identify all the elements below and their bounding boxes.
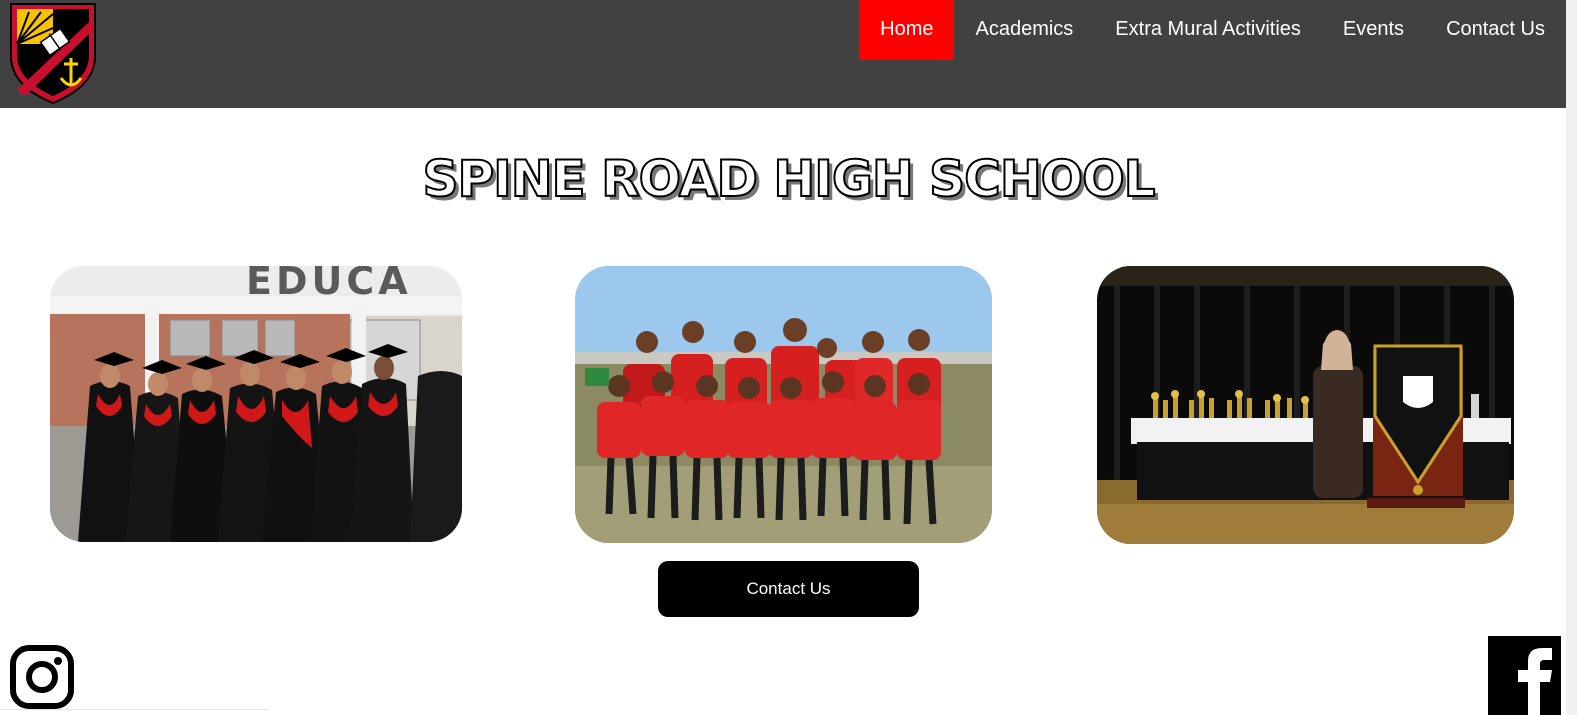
footer-divider bbox=[0, 709, 268, 710]
page: Home Academics Extra Mural Activities Ev… bbox=[0, 0, 1577, 715]
nav-contact-us[interactable]: Contact Us bbox=[1425, 0, 1566, 60]
nav-home[interactable]: Home bbox=[859, 0, 955, 60]
contact-us-button[interactable]: Contact Us bbox=[658, 561, 919, 617]
soccer-team-photo bbox=[575, 266, 992, 543]
page-title: SPINE ROAD HIGH SCHOOL bbox=[421, 149, 1156, 209]
facebook-icon[interactable] bbox=[1488, 636, 1561, 715]
site-header: Home Academics Extra Mural Activities Ev… bbox=[0, 0, 1566, 108]
awards-ceremony-photo bbox=[1097, 266, 1514, 544]
scrollbar-track[interactable] bbox=[1566, 0, 1577, 715]
nav-academics[interactable]: Academics bbox=[954, 0, 1094, 60]
instagram-icon[interactable] bbox=[10, 645, 74, 709]
main-nav: Home Academics Extra Mural Activities Ev… bbox=[859, 0, 1566, 60]
graduation-photo: EDUCA bbox=[50, 266, 462, 542]
school-crest-logo[interactable] bbox=[5, 0, 101, 106]
nav-extra-mural-activities[interactable]: Extra Mural Activities bbox=[1094, 0, 1322, 60]
nav-events[interactable]: Events bbox=[1322, 0, 1425, 60]
